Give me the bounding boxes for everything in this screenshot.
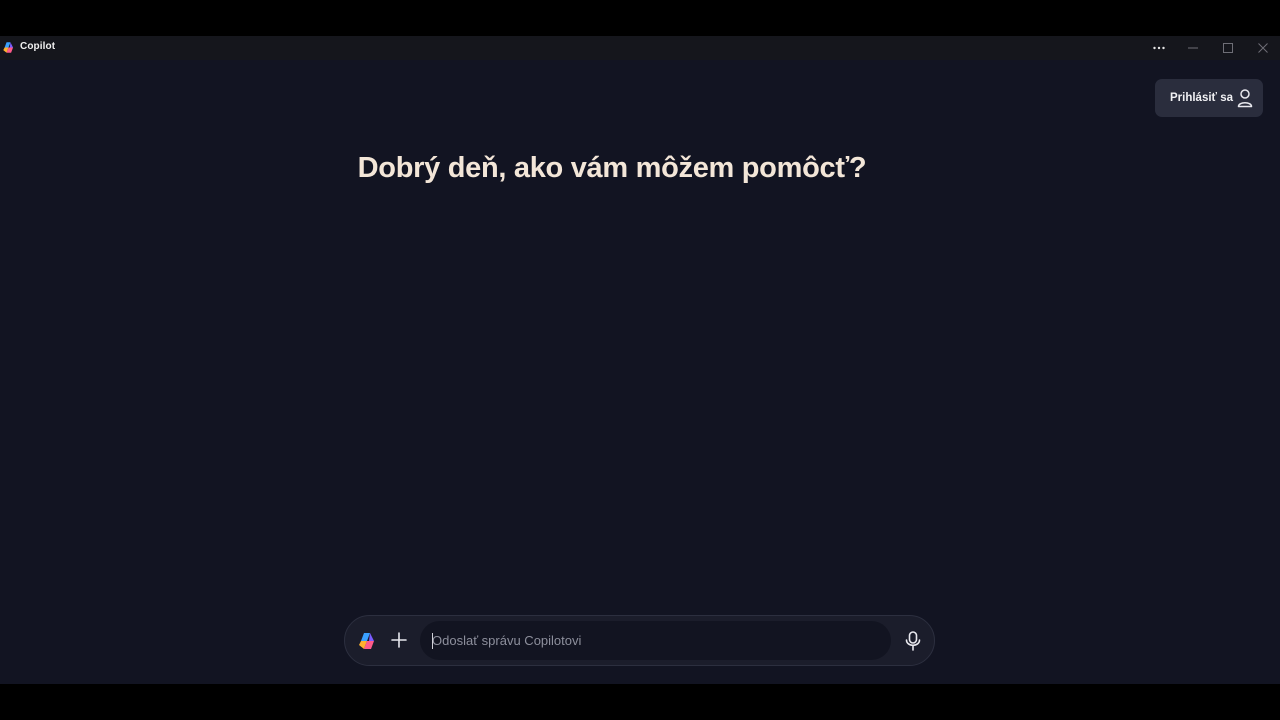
signin-label: Prihlásiť sa <box>1170 92 1234 104</box>
message-field <box>420 621 891 660</box>
letterbox-bottom <box>0 684 1280 720</box>
more-options-icon <box>1153 46 1165 50</box>
plus-icon[interactable] <box>389 630 409 650</box>
minimize-button[interactable] <box>1176 36 1210 60</box>
signin-button[interactable]: Prihlásiť sa <box>1155 79 1263 117</box>
microphone-icon[interactable] <box>903 630 923 652</box>
window-title: Copilot <box>20 41 56 52</box>
message-input[interactable] <box>432 621 882 660</box>
close-icon <box>1258 43 1268 53</box>
maximize-button[interactable] <box>1211 36 1245 60</box>
message-composer <box>344 615 935 666</box>
text-caret <box>432 633 433 649</box>
user-icon <box>1237 89 1253 108</box>
copilot-logo-icon <box>3 42 14 53</box>
title-bar: Copilot <box>0 36 1280 60</box>
copilot-window: Copilot Prihlásiť sa Dobrý deň, ako vám … <box>0 36 1280 684</box>
close-button[interactable] <box>1246 36 1280 60</box>
maximize-icon <box>1223 43 1233 53</box>
letterbox-top <box>0 0 1280 36</box>
copilot-logo-icon[interactable] <box>357 631 377 651</box>
more-options-button[interactable] <box>1142 36 1176 60</box>
greeting-heading: Dobrý deň, ako vám môžem pomôcť? <box>357 152 867 184</box>
minimize-icon <box>1188 47 1198 49</box>
